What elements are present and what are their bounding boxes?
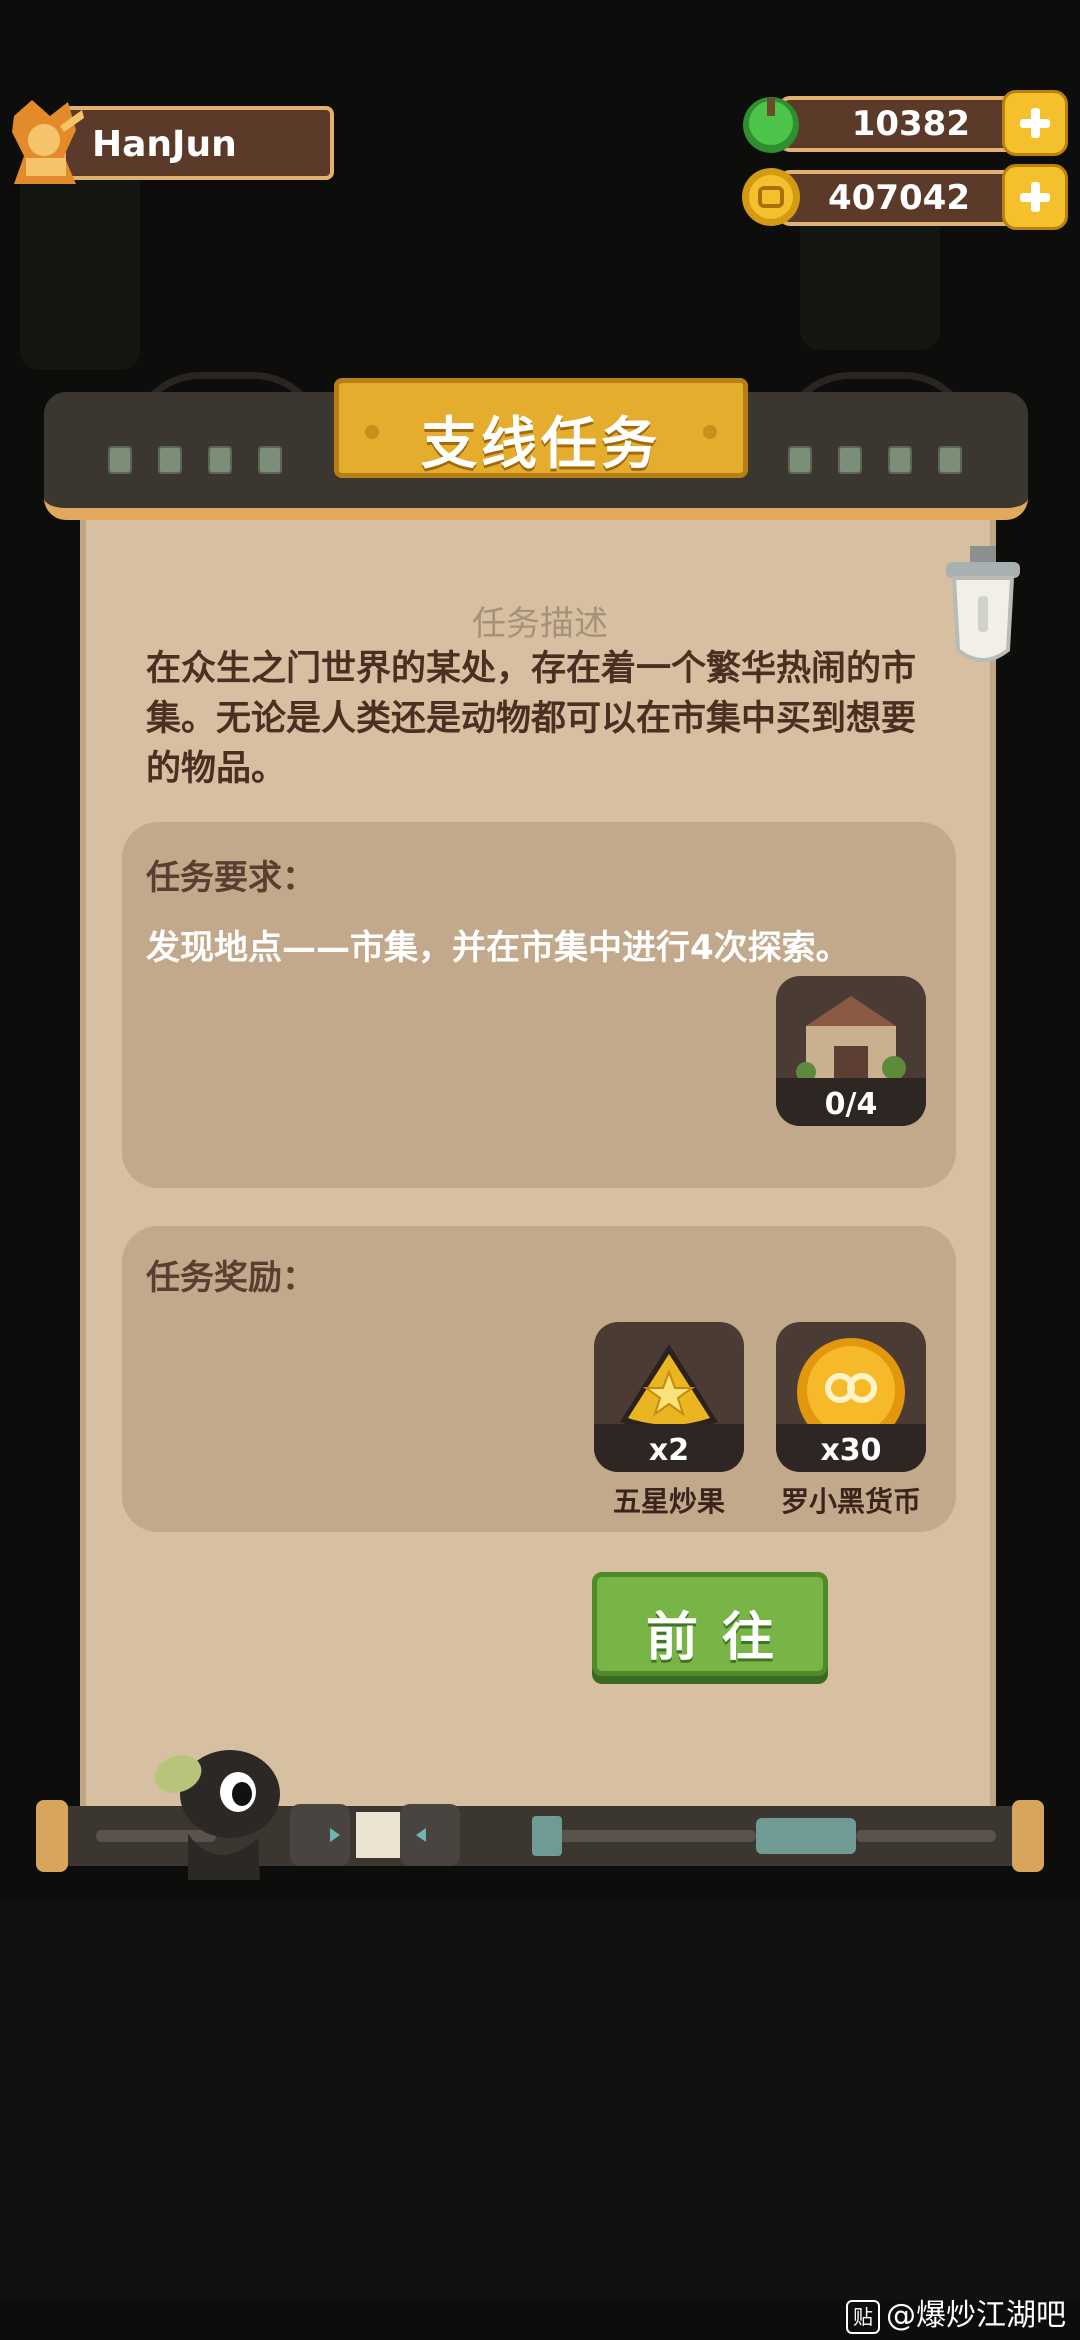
indicator-light (158, 446, 182, 474)
panel-title: 支线任务 (421, 412, 661, 477)
rod-groove (856, 1830, 996, 1842)
reward-card: 任务奖励： x2 五星炒果 x30 罗小黑货币 (122, 1226, 956, 1532)
reward-label: 任务奖励： (146, 1258, 316, 1298)
gem-bar: 10382 (778, 96, 1028, 152)
reward-name: 罗小黑货币 (780, 1485, 921, 1518)
indicator-light (208, 446, 232, 474)
rod-cap (1012, 1800, 1044, 1872)
indicator-light (838, 446, 862, 474)
indicator-light (888, 446, 912, 474)
go-button-label: 前往 (645, 1608, 798, 1668)
description-title: 任务描述 (472, 604, 608, 644)
add-gem-button[interactable] (1002, 90, 1068, 156)
coin-counter: 407042 (738, 164, 1068, 232)
player-name: HanJun (92, 124, 237, 165)
player-name-box: HanJun (62, 106, 334, 180)
background-building (20, 160, 140, 370)
requirement-card: 任务要求： 发现地点——市集，并在市集中进行4次探索。 0/4 (122, 822, 956, 1188)
rod-cap (36, 1800, 68, 1872)
rod-groove (536, 1830, 756, 1842)
add-coin-button[interactable] (1002, 164, 1068, 230)
plug-connector-icon (290, 1804, 460, 1866)
coin-icon (742, 168, 800, 226)
reward-count: x30 (820, 1433, 882, 1468)
reward-item-star-nut[interactable]: x2 (594, 1322, 744, 1472)
watermark-text: @爆炒江湖吧 (886, 2298, 1066, 2333)
indicator-light (108, 446, 132, 474)
jade-gem-icon (743, 97, 799, 153)
background-building (0, 1900, 1080, 2300)
coin-value: 407042 (828, 178, 970, 218)
requirement-text: 发现地点——市集，并在市集中进行4次探索。 (146, 928, 850, 968)
indicator-light (258, 446, 282, 474)
coin-bar: 407042 (778, 170, 1028, 226)
luoxiaohei-mascot-icon (154, 1750, 280, 1880)
reward-item-coin[interactable]: x30 (776, 1322, 926, 1472)
reward-name: 五星炒果 (612, 1485, 725, 1518)
gem-value: 10382 (851, 104, 970, 144)
rod-light (532, 1816, 562, 1856)
player-profile[interactable]: HanJun (4, 96, 336, 188)
rod-light (756, 1818, 856, 1854)
requirement-progress: 0/4 (824, 1087, 878, 1122)
gem-counter: 10382 (738, 90, 1068, 158)
go-button[interactable]: 前往 (592, 1572, 828, 1676)
title-plate: 支线任务 (334, 378, 748, 478)
player-avatar-icon (12, 100, 84, 184)
market-location-tile[interactable]: 0/4 (776, 976, 926, 1126)
tieba-icon: 贴 (846, 2299, 880, 2334)
watermark: 贴 @爆炒江湖吧 (846, 2290, 1066, 2334)
reward-count: x2 (648, 1433, 690, 1468)
requirement-label: 任务要求： (146, 858, 316, 898)
indicator-light (938, 446, 962, 474)
indicator-light (788, 446, 812, 474)
description-text: 在众生之门世界的某处，存在着一个繁华热闹的市集。无论是人类还是动物都可以在市集中… (146, 649, 917, 789)
